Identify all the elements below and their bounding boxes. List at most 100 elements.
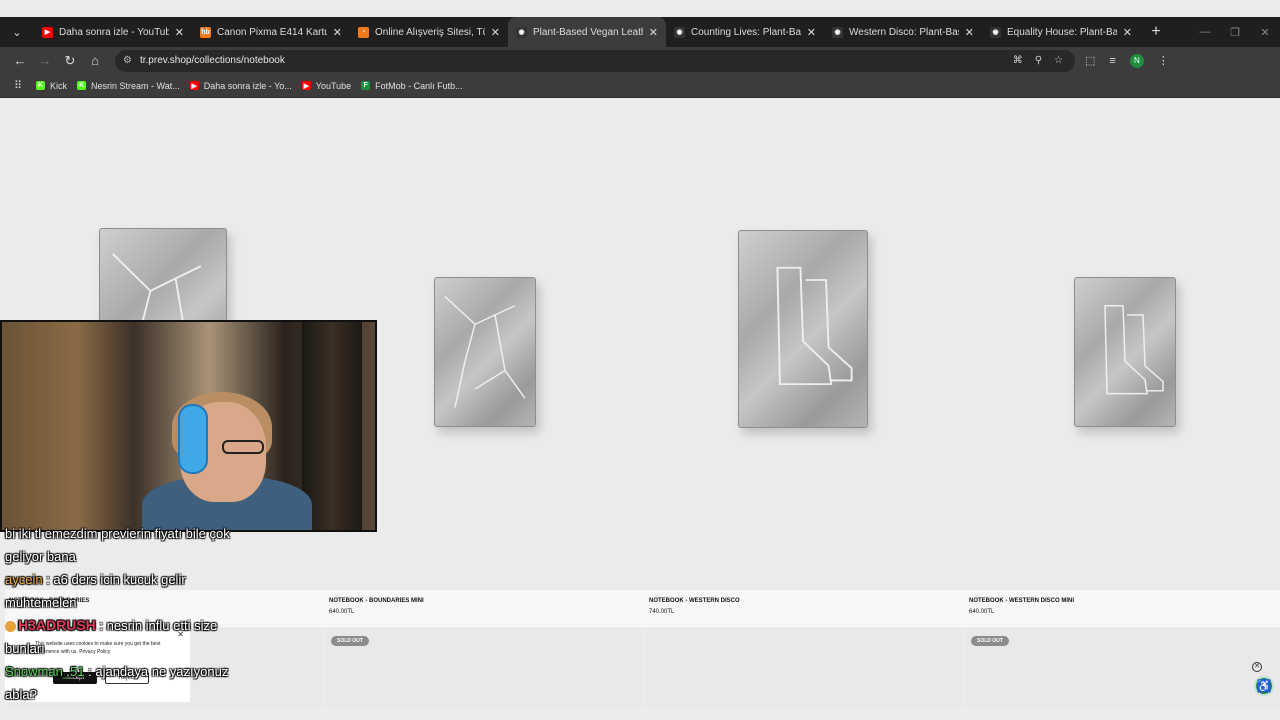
bookmark-favicon-icon: K bbox=[77, 81, 87, 90]
browser-tab[interactable]: ▶ Daha sonra izle - YouTube ✕ bbox=[34, 17, 192, 47]
product-info[interactable]: NOTEBOOK - BOUNDARIES MINI 640.00TL bbox=[329, 598, 424, 615]
bookmarks-bar: ⠿ K Kick K Nesrin Stream - Wat... ▶ Daha sonr… bbox=[0, 74, 1280, 98]
browser-tab[interactable]: ◉ Equality House: Plant-Based Ve ✕ bbox=[982, 17, 1140, 47]
product-card[interactable]: SOLD OUT bbox=[327, 628, 643, 708]
menu-icon[interactable]: ⋮ bbox=[1158, 54, 1169, 67]
product-price: 640.00TL bbox=[329, 609, 355, 615]
window-controls: — ❐ ✕ bbox=[1190, 26, 1280, 39]
notebook-image[interactable] bbox=[1074, 277, 1176, 427]
bookmark-favicon-icon: F bbox=[361, 81, 371, 90]
bookmark-item[interactable]: ▶ Daha sonra izle - Yo... bbox=[189, 80, 292, 91]
apps-grid-icon[interactable]: ⠿ bbox=[0, 79, 36, 92]
tab-strip: ⌄ ▶ Daha sonra izle - YouTube ✕ hb Canon Pix… bbox=[0, 17, 1280, 47]
tab-close-icon[interactable]: ✕ bbox=[1123, 26, 1132, 39]
chat-message: Snowman_51 : ajandaya ne yazıyonuz abla? bbox=[5, 660, 255, 706]
site-info-icon[interactable]: ⚙ bbox=[123, 55, 132, 66]
close-circle-icon[interactable]: ✕ bbox=[1252, 662, 1262, 672]
headset-icon bbox=[178, 404, 208, 474]
product-info[interactable]: NOTEBOOK - WESTERN DISCO 740.00TL bbox=[649, 598, 740, 615]
zoom-icon[interactable]: ⚲ bbox=[1035, 55, 1042, 66]
prev-icon: ◉ bbox=[990, 26, 1001, 38]
close-window-icon[interactable]: ✕ bbox=[1250, 26, 1280, 39]
chat-badge-icon bbox=[5, 621, 16, 633]
browser-tab[interactable]: ◔ Online Alışveriş Sitesi, Türkiye'n ✕ bbox=[350, 17, 508, 47]
tab-title: Western Disco: Plant-Based Ve bbox=[849, 26, 959, 38]
tab-close-icon[interactable]: ✕ bbox=[807, 26, 816, 39]
address-url[interactable]: tr.prev.shop/collections/notebook bbox=[140, 55, 1013, 66]
hepsiburada-icon: hb bbox=[200, 26, 211, 38]
product-card[interactable] bbox=[645, 98, 965, 590]
tab-close-icon[interactable]: ✕ bbox=[649, 26, 658, 39]
forward-icon[interactable]: → bbox=[33, 53, 57, 68]
product-card[interactable] bbox=[965, 98, 1280, 590]
bookmark-favicon-icon: ▶ bbox=[301, 81, 311, 90]
bookmark-label: FotMob - Canlı Futb... bbox=[375, 80, 463, 91]
notebook-image[interactable] bbox=[738, 230, 868, 428]
address-bar[interactable]: ⚙ tr.prev.shop/collections/notebook ⌘ ⚲ … bbox=[115, 49, 1075, 72]
webcam-overlay bbox=[0, 320, 377, 532]
chat-username: Snowman_51 bbox=[5, 664, 85, 679]
chat-overlay: bi iki tl emezdim previerin fiyatı bile … bbox=[5, 522, 255, 706]
prev-icon: ◉ bbox=[516, 26, 527, 38]
home-icon[interactable]: ⌂ bbox=[83, 53, 107, 68]
browser-tab[interactable]: hb Canon Pixma E414 Kartuş Seti J ✕ bbox=[192, 17, 350, 47]
product-card[interactable] bbox=[647, 628, 963, 708]
tab-title: Plant-Based Vegan Leather Des bbox=[533, 26, 643, 38]
tab-close-icon[interactable]: ✕ bbox=[491, 26, 500, 39]
tab-search-icon[interactable]: ⌄ bbox=[0, 17, 34, 47]
bookmark-item[interactable]: F FotMob - Canlı Futb... bbox=[361, 81, 463, 91]
toolbar: ← → ↻ ⌂ ⚙ tr.prev.shop/collections/noteb… bbox=[0, 47, 1280, 74]
tab-title: Counting Lives: Plant-Based Ve bbox=[691, 26, 801, 38]
tab-title: Daha sonra izle - YouTube bbox=[59, 26, 169, 38]
product-price: 640.00TL bbox=[969, 609, 995, 615]
extensions-icon[interactable]: ⬚ bbox=[1085, 54, 1095, 67]
product-name[interactable]: NOTEBOOK - BOUNDARIES MINI bbox=[329, 598, 424, 604]
accessibility-icon[interactable]: ♿ bbox=[1254, 676, 1274, 696]
minimize-icon[interactable]: — bbox=[1190, 26, 1220, 39]
tab-title: Online Alışveriş Sitesi, Türkiye'n bbox=[375, 26, 485, 38]
browser-tab[interactable]: ◉ Western Disco: Plant-Based Ve ✕ bbox=[824, 17, 982, 47]
prev-icon: ◉ bbox=[832, 26, 843, 38]
restore-icon[interactable]: ❐ bbox=[1220, 26, 1250, 39]
media-controls-icon[interactable]: ≡ bbox=[1109, 55, 1115, 67]
bookmark-favicon-icon: ▶ bbox=[189, 81, 199, 90]
sold-out-badge: SOLD OUT bbox=[331, 636, 369, 646]
prev-icon: ◉ bbox=[674, 26, 685, 38]
bookmark-favicon-icon: K bbox=[36, 81, 45, 90]
bookmark-label: Daha sonra izle - Yo... bbox=[203, 80, 292, 91]
product-card[interactable]: SOLD OUT bbox=[967, 628, 1280, 708]
tab-close-icon[interactable]: ✕ bbox=[333, 26, 342, 39]
bookmark-label: Kick bbox=[50, 80, 68, 91]
tab-title: Canon Pixma E414 Kartuş Seti J bbox=[217, 26, 327, 38]
bookmark-label: YouTube bbox=[315, 80, 352, 91]
tab-close-icon[interactable]: ✕ bbox=[965, 26, 974, 39]
trendyol-icon: ◔ bbox=[358, 26, 369, 38]
chat-message: aycein : a6 ders icin kucuk gelir muhtem… bbox=[5, 568, 255, 614]
product-price: 740.00TL bbox=[649, 609, 675, 615]
notebook-image[interactable] bbox=[434, 277, 536, 427]
chat-username: aycein bbox=[5, 572, 43, 587]
bookmark-item[interactable]: ▶ YouTube bbox=[301, 80, 352, 91]
youtube-icon: ▶ bbox=[42, 26, 53, 38]
chat-message: bi iki tl emezdim previerin fiyatı bile … bbox=[5, 522, 255, 568]
tab-title: Equality House: Plant-Based Ve bbox=[1007, 26, 1117, 38]
bookmark-item[interactable]: K Nesrin Stream - Wat... bbox=[77, 81, 180, 91]
bookmark-star-icon[interactable]: ☆ bbox=[1054, 55, 1063, 66]
reload-icon[interactable]: ↻ bbox=[58, 53, 82, 69]
product-info[interactable]: NOTEBOOK - WESTERN DISCO MINI 640.00TL bbox=[969, 598, 1074, 615]
profile-avatar[interactable]: N bbox=[1129, 53, 1144, 68]
chat-message: H3ADRUSH : nesrin influ etti size bunlar… bbox=[5, 614, 255, 660]
browser-tab[interactable]: ◉ Plant-Based Vegan Leather Des ✕ bbox=[508, 17, 666, 47]
new-tab-icon[interactable]: + bbox=[1144, 23, 1168, 41]
back-icon[interactable]: ← bbox=[8, 53, 32, 68]
browser-window: ⌄ ▶ Daha sonra izle - YouTube ✕ hb Canon Pix… bbox=[0, 0, 1280, 720]
chat-text: bi iki tl emezdim previerin fiyatı bile … bbox=[5, 526, 230, 564]
tab-close-icon[interactable]: ✕ bbox=[175, 26, 184, 39]
product-name[interactable]: NOTEBOOK - WESTERN DISCO bbox=[649, 598, 740, 604]
browser-tab[interactable]: ◉ Counting Lives: Plant-Based Ve ✕ bbox=[666, 17, 824, 47]
product-name[interactable]: NOTEBOOK - WESTERN DISCO MINI bbox=[969, 598, 1074, 604]
sold-out-badge: SOLD OUT bbox=[971, 636, 1009, 646]
translate-icon[interactable]: ⌘ bbox=[1013, 55, 1023, 66]
bookmark-label: Nesrin Stream - Wat... bbox=[91, 80, 180, 91]
bookmark-item[interactable]: K Kick bbox=[36, 81, 67, 91]
